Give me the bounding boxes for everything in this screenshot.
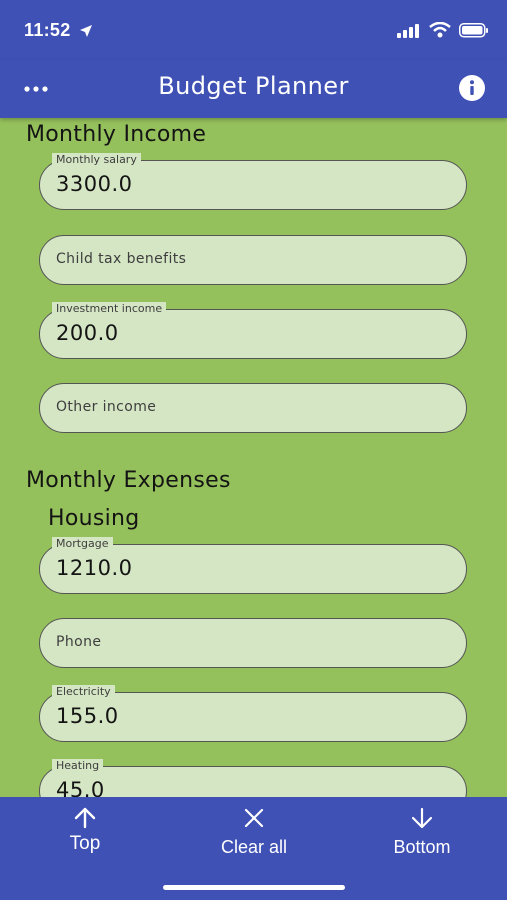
monthly-income-heading: Monthly Income xyxy=(26,122,207,147)
clear-all-label: Clear all xyxy=(220,837,288,857)
bottom-button-label: Bottom xyxy=(393,837,451,857)
electricity-field[interactable]: Electricity 155.0 xyxy=(39,685,467,742)
phone-field[interactable]: Phone xyxy=(39,618,467,668)
info-icon[interactable] xyxy=(459,75,485,101)
field-placeholder: Phone xyxy=(56,634,102,650)
arrow-up-icon xyxy=(73,807,97,833)
field-placeholder: Child tax benefits xyxy=(56,251,187,267)
heating-field[interactable]: Heating 45.0 xyxy=(39,759,467,797)
battery-icon xyxy=(459,22,489,42)
field-label: Investment income xyxy=(52,302,167,316)
bottom-nav-bar: Top Clear all Bottom xyxy=(0,797,507,900)
top-button-label: Top xyxy=(69,833,101,854)
wifi-icon xyxy=(429,21,451,42)
mortgage-field[interactable]: Mortgage 1210.0 xyxy=(39,537,467,594)
other-income-field[interactable]: Other income xyxy=(39,383,467,433)
arrow-down-icon xyxy=(410,807,434,833)
status-time: 11:52 xyxy=(24,20,71,40)
location-arrow-icon xyxy=(79,23,93,42)
bottom-button[interactable]: Bottom xyxy=(367,807,477,859)
field-value: 155.0 xyxy=(56,704,119,728)
signal-icon xyxy=(397,23,421,42)
home-indicator[interactable] xyxy=(163,885,345,890)
investment-income-field[interactable]: Investment income 200.0 xyxy=(39,302,467,359)
field-value: 200.0 xyxy=(56,321,119,345)
page-title: Budget Planner xyxy=(158,72,349,100)
field-value: 45.0 xyxy=(56,778,105,797)
budget-form[interactable]: Monthly Income Monthly salary 3300.0 Chi… xyxy=(0,118,507,797)
field-label: Heating xyxy=(52,759,104,773)
app-bar: Budget Planner xyxy=(0,60,507,118)
child-tax-benefits-field[interactable]: Child tax benefits xyxy=(39,235,467,285)
status-bar: 11:52 xyxy=(0,0,507,60)
field-value: 1210.0 xyxy=(56,556,133,580)
top-button[interactable]: Top xyxy=(30,807,140,859)
field-label: Mortgage xyxy=(52,537,113,551)
clear-all-button[interactable]: Clear all xyxy=(199,807,309,859)
monthly-salary-field[interactable]: Monthly salary 3300.0 xyxy=(39,153,467,210)
monthly-expenses-heading: Monthly Expenses xyxy=(26,468,231,493)
field-value: 3300.0 xyxy=(56,172,133,196)
housing-heading: Housing xyxy=(48,506,140,531)
close-icon xyxy=(243,808,265,833)
field-label: Monthly salary xyxy=(52,153,141,167)
field-placeholder: Other income xyxy=(56,399,157,415)
field-label: Electricity xyxy=(52,685,115,699)
